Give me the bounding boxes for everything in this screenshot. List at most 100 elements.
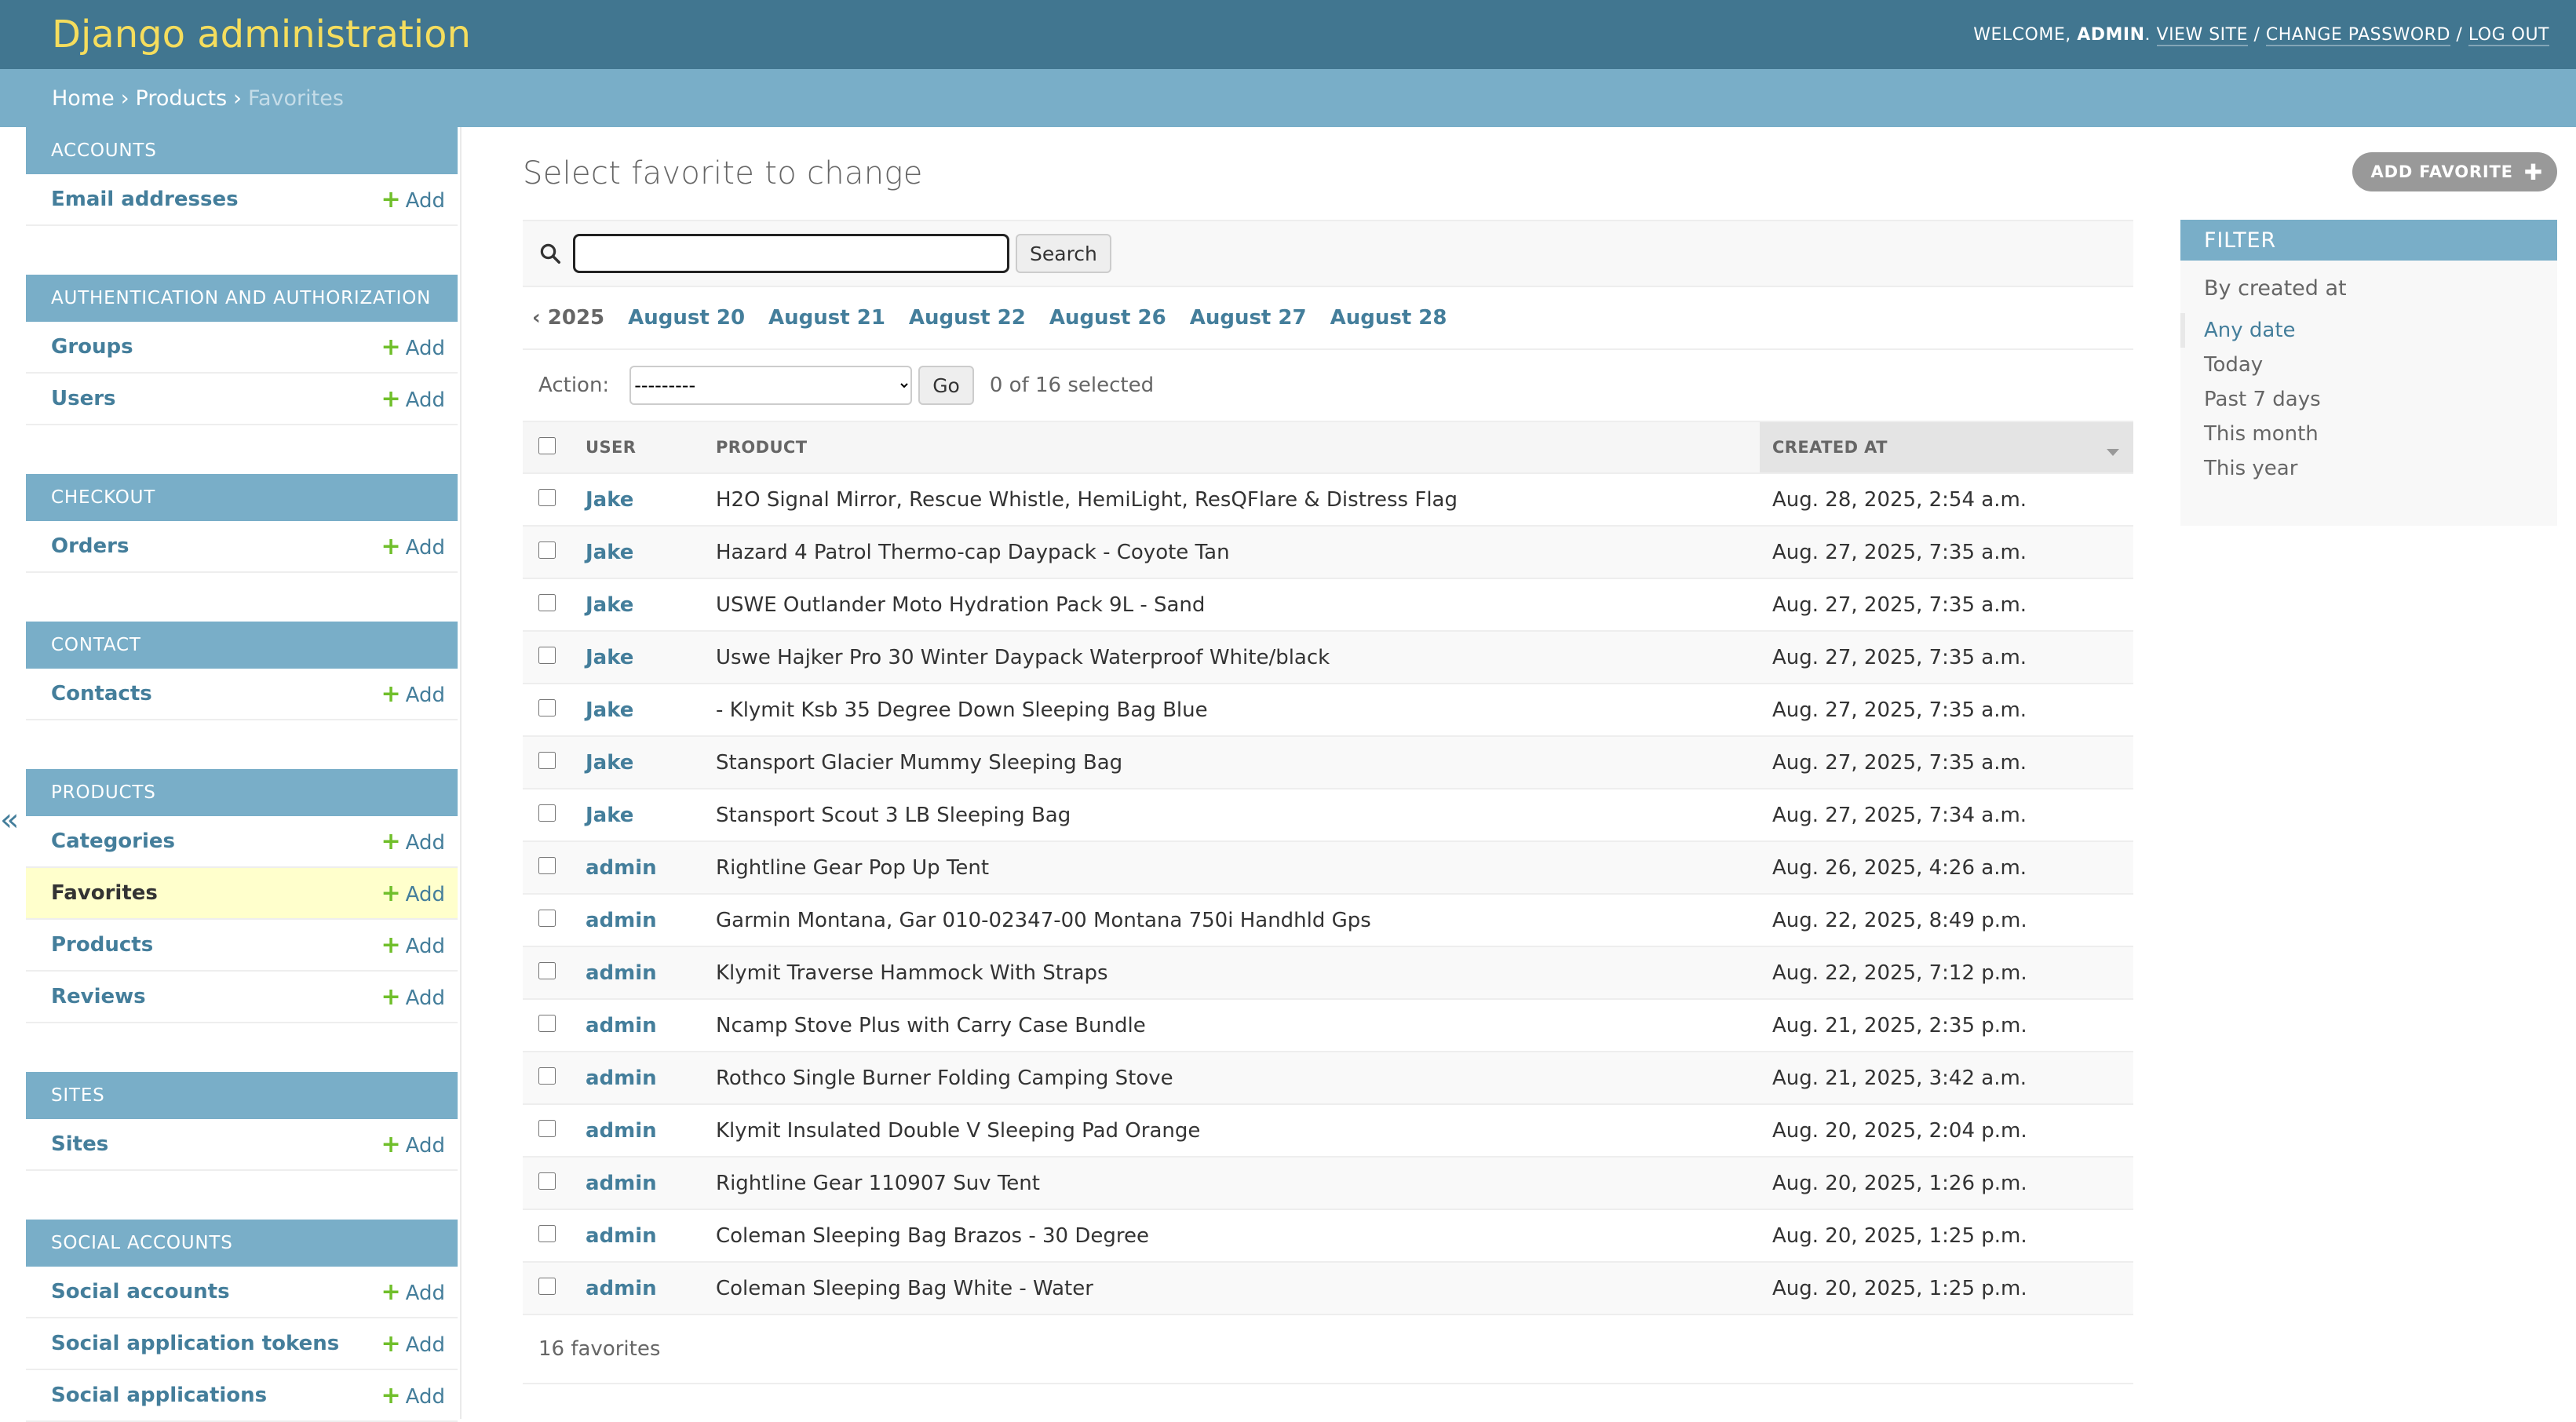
row-user-link[interactable]: Jake	[586, 593, 633, 617]
log-out-link[interactable]: Log out	[2468, 24, 2549, 46]
row-user-link[interactable]: Jake	[586, 541, 633, 564]
filter-option[interactable]: Today	[2180, 348, 2557, 382]
sidebar-add-link[interactable]: + Add	[381, 1131, 445, 1158]
row-user-link[interactable]: admin	[586, 1172, 657, 1195]
sidebar-add-link[interactable]: + Add	[381, 828, 445, 855]
sidebar-add-link[interactable]: + Add	[381, 385, 445, 413]
row-checkbox[interactable]	[538, 1224, 556, 1242]
date-hierarchy-link[interactable]: August 26	[1049, 306, 1166, 330]
row-checkbox[interactable]	[538, 1119, 556, 1137]
sidebar-model-link[interactable]: Products	[51, 933, 153, 957]
module-caption[interactable]: Authentication and Authorization	[26, 275, 458, 322]
row-user-link[interactable]: Jake	[586, 751, 633, 775]
object-tools: Add favorite ✚	[2352, 152, 2557, 191]
sidebar-model-link[interactable]: Social application tokens	[51, 1332, 339, 1355]
collapse-sidebar-icon[interactable]: «	[0, 802, 19, 838]
add-favorite-button[interactable]: Add favorite ✚	[2352, 152, 2557, 191]
sidebar-add-link[interactable]: + Add	[381, 1330, 445, 1358]
row-checkbox[interactable]	[538, 593, 556, 611]
row-user-link[interactable]: admin	[586, 1014, 657, 1037]
row-user-link[interactable]: Jake	[586, 646, 633, 669]
module-caption[interactable]: Social Accounts	[26, 1220, 458, 1267]
add-label: Add	[405, 986, 445, 1010]
row-checkbox[interactable]	[538, 1066, 556, 1085]
row-user-link[interactable]: admin	[586, 909, 657, 932]
row-user-link[interactable]: admin	[586, 1277, 657, 1300]
sidebar-model-link[interactable]: Email addresses	[51, 188, 239, 211]
sidebar-model-link[interactable]: Contacts	[51, 682, 152, 706]
row-checkbox[interactable]	[538, 1014, 556, 1032]
sidebar-model-link[interactable]: Sites	[51, 1132, 108, 1156]
sidebar-model-link[interactable]: Favorites	[51, 881, 158, 905]
date-hierarchy-link[interactable]: August 28	[1330, 306, 1447, 330]
sidebar-add-link[interactable]: + Add	[381, 533, 445, 560]
breadcrumb-home[interactable]: Home	[52, 86, 115, 111]
sidebar-add-link[interactable]: + Add	[381, 1278, 445, 1306]
filter-option[interactable]: Past 7 days	[2180, 382, 2557, 417]
action-select[interactable]: ---------	[629, 366, 913, 405]
filter-option[interactable]: This year	[2180, 451, 2557, 486]
search-button[interactable]: Search	[1016, 234, 1111, 273]
sidebar-add-link[interactable]: + Add	[381, 932, 445, 959]
module-authentication-and-authorization: Authentication and Authorization Groups + A…	[26, 275, 458, 425]
sidebar-add-link[interactable]: + Add	[381, 186, 445, 213]
column-header-product[interactable]: Product	[703, 421, 1760, 474]
row-user-link[interactable]: admin	[586, 1119, 657, 1143]
column-header-created-at[interactable]: Created at	[1760, 421, 2133, 474]
filter-panel: Filter By created at Any date Today Past 7…	[2180, 220, 2557, 526]
view-site-link[interactable]: View site	[2156, 24, 2248, 46]
select-all-checkbox[interactable]	[538, 436, 556, 454]
row-checkbox[interactable]	[538, 909, 556, 927]
module-caption[interactable]: Contact	[26, 622, 458, 669]
sidebar-model-link[interactable]: Orders	[51, 534, 129, 558]
row-checkbox[interactable]	[538, 646, 556, 664]
sidebar-add-link[interactable]: + Add	[381, 880, 445, 907]
row-user-link[interactable]: admin	[586, 1066, 657, 1090]
row-checkbox[interactable]	[538, 856, 556, 874]
row-checkbox[interactable]	[538, 804, 556, 822]
module-caption[interactable]: Sites	[26, 1072, 458, 1119]
go-button[interactable]: Go	[918, 366, 974, 405]
row-user-link[interactable]: admin	[586, 856, 657, 880]
row-checkbox[interactable]	[538, 961, 556, 979]
sidebar-model-link[interactable]: Categories	[51, 830, 175, 853]
module-caption[interactable]: Accounts	[26, 127, 458, 174]
sidebar-model-link[interactable]: Social applications	[51, 1384, 267, 1407]
change-password-link[interactable]: Change password	[2265, 24, 2450, 46]
sidebar-add-link[interactable]: + Add	[381, 680, 445, 708]
date-hierarchy-link[interactable]: August 21	[768, 306, 885, 330]
row-checkbox[interactable]	[538, 698, 556, 716]
sidebar-model-link[interactable]: Users	[51, 387, 116, 410]
date-hierarchy-link[interactable]: August 27	[1190, 306, 1307, 330]
row-user-link[interactable]: Jake	[586, 488, 633, 512]
sort-descending-icon[interactable]	[2107, 449, 2119, 456]
sidebar-add-link[interactable]: + Add	[381, 983, 445, 1011]
sidebar-add-link[interactable]: + Add	[381, 1382, 445, 1409]
sidebar-add-link[interactable]: + Add	[381, 334, 445, 361]
nav-sidebar: Accounts Email addresses + Add Authenticatio…	[0, 127, 462, 1422]
column-header-user[interactable]: User	[573, 421, 703, 474]
row-checkbox[interactable]	[538, 541, 556, 559]
date-hierarchy-link[interactable]: August 22	[909, 306, 1026, 330]
date-hierarchy-back[interactable]: ‹ 2025	[532, 306, 604, 330]
module-caption[interactable]: Checkout	[26, 474, 458, 521]
sidebar-model-link[interactable]: Groups	[51, 335, 133, 359]
site-brand[interactable]: Django administration	[52, 13, 471, 57]
sidebar-model-link[interactable]: Reviews	[51, 985, 146, 1008]
row-checkbox[interactable]	[538, 751, 556, 769]
row-user-link[interactable]: admin	[586, 1224, 657, 1248]
date-hierarchy-links: August 20 August 21 August 22 August 26 Augu…	[628, 306, 1470, 330]
row-checkbox[interactable]	[538, 1277, 556, 1295]
breadcrumb-products[interactable]: Products	[136, 86, 228, 111]
row-checkbox[interactable]	[538, 1172, 556, 1190]
filter-option[interactable]: This month	[2180, 417, 2557, 451]
row-checkbox[interactable]	[538, 488, 556, 506]
module-caption[interactable]: Products	[26, 769, 458, 816]
filter-option[interactable]: Any date	[2180, 313, 2557, 348]
search-input[interactable]	[573, 234, 1009, 273]
date-hierarchy-link[interactable]: August 20	[628, 306, 745, 330]
row-user-link[interactable]: admin	[586, 961, 657, 985]
sidebar-model-link[interactable]: Social accounts	[51, 1280, 230, 1304]
row-user-link[interactable]: Jake	[586, 804, 633, 827]
row-user-link[interactable]: Jake	[586, 698, 633, 722]
